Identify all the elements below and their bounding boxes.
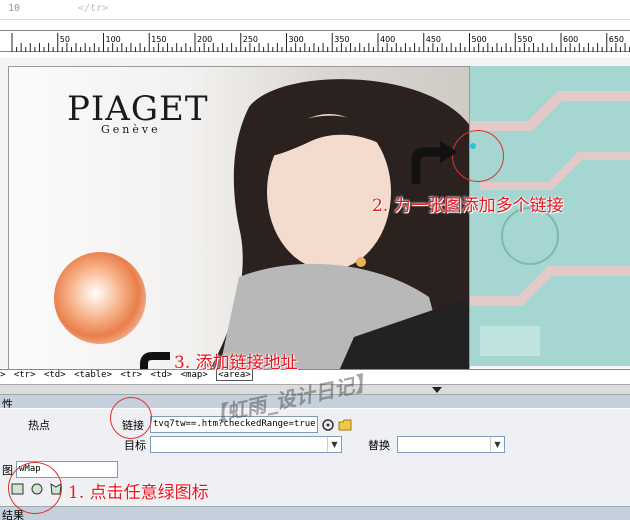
hotspot-handle[interactable] [470, 143, 476, 149]
chevron-down-icon: ▼ [490, 437, 504, 452]
model-illustration [210, 79, 469, 369]
ruler-label: 550 [517, 35, 532, 44]
tag-tr[interactable]: <tr> [120, 370, 142, 380]
ruler-label: 400 [380, 35, 395, 44]
results-label: 结果 [2, 509, 24, 520]
tag-td[interactable]: <td> [151, 370, 173, 380]
collapse-arrow-icon[interactable] [430, 386, 444, 394]
code-view-strip: 10 </tr> [0, 0, 630, 20]
line-number: 10 [8, 3, 21, 14]
piaget-ad-image[interactable]: PIAGET Genève [8, 66, 470, 370]
target-dropdown[interactable]: ▼ [150, 436, 342, 453]
annotation-step-1: 1. 点击任意绿图标 [68, 483, 209, 503]
target-label: 目标 [124, 439, 146, 452]
ruler-label: 50 [60, 35, 70, 44]
chevron-down-icon: ▼ [327, 437, 341, 452]
point-to-file-icon[interactable] [321, 418, 335, 432]
hotspot-label: 热点 [28, 419, 50, 432]
folder-icon[interactable] [338, 418, 352, 432]
annotation-step-2: 2. 为一张图添加多个链接 [372, 196, 564, 216]
ruler-label: 650 [609, 35, 624, 44]
alt-label: 替换 [368, 439, 390, 452]
code-text: </tr> [78, 3, 109, 14]
ruler-label: 500 [472, 35, 487, 44]
ruler-svg: 50 100 150 200 250 300 350 400 450 500 550 600 650 [11, 33, 630, 52]
ruler-label: 600 [563, 35, 578, 44]
curved-arrow-icon [411, 141, 458, 184]
results-panel-bar[interactable]: 结果 [0, 506, 630, 520]
ruler-label: 450 [426, 35, 441, 44]
tag-tr[interactable]: <tr> [14, 370, 36, 380]
ruler-label: 150 [151, 35, 166, 44]
ruler-label: 350 [334, 35, 349, 44]
decorative-pattern [470, 66, 630, 366]
horizontal-ruler: 50 100 150 200 250 300 350 400 450 500 550 600 650 [0, 30, 630, 52]
ruler-label: 200 [197, 35, 212, 44]
tools-highlight-circle [8, 462, 62, 514]
ruler-label: 300 [289, 35, 304, 44]
pattern-svg [470, 66, 630, 366]
tag-partial: > [0, 370, 6, 380]
ruler-label: 250 [243, 35, 258, 44]
tag-td[interactable]: <td> [44, 370, 66, 380]
ruler-label: 100 [106, 35, 121, 44]
annotation-step-3: 3. 添加链接地址 [174, 353, 298, 373]
link-highlight-circle [110, 397, 152, 439]
tag-table[interactable]: <table> [74, 370, 112, 380]
alt-dropdown[interactable]: ▼ [397, 436, 505, 453]
